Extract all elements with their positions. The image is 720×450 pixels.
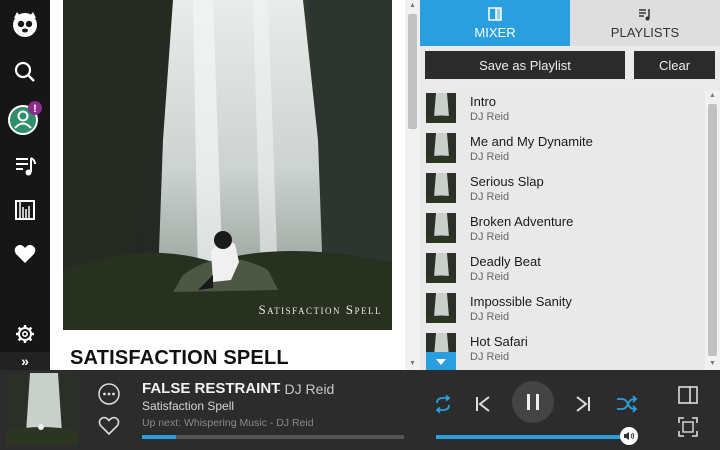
player-bar: FALSE RESTRAINT - DJ Reid Satisfaction S… bbox=[0, 370, 720, 450]
profile-avatar-icon[interactable]: ! bbox=[0, 98, 50, 138]
main-scrollbar[interactable]: ▲ ▼ bbox=[405, 0, 420, 370]
scroll-up-arrow-icon[interactable]: ▲ bbox=[705, 90, 720, 102]
track-artist: DJ Reid bbox=[470, 151, 510, 163]
track-title: Broken Adventure bbox=[470, 214, 574, 229]
scroll-down-arrow-icon[interactable]: ▼ bbox=[705, 358, 720, 370]
next-track-icon[interactable] bbox=[571, 392, 595, 416]
favorite-heart-icon[interactable] bbox=[97, 415, 121, 437]
speaker-icon bbox=[624, 432, 635, 440]
fullscreen-icon[interactable] bbox=[676, 415, 700, 439]
track-row[interactable]: Hot Safari DJ Reid bbox=[420, 330, 705, 370]
track-title: Me and My Dynamite bbox=[470, 134, 593, 149]
search-icon[interactable] bbox=[0, 52, 50, 92]
track-title: Serious Slap bbox=[470, 174, 544, 189]
panel-tabs: MIXER PLAYLISTS bbox=[420, 0, 720, 46]
queue-panel: MIXER PLAYLISTS Save as Playlist Clear I… bbox=[420, 0, 720, 370]
now-playing-artist[interactable]: - DJ Reid bbox=[276, 381, 334, 397]
mixer-icon bbox=[488, 7, 502, 21]
track-title: Hot Safari bbox=[470, 334, 528, 349]
progress-bar[interactable] bbox=[142, 435, 404, 439]
pause-button[interactable] bbox=[512, 381, 554, 423]
track-thumbnail bbox=[426, 253, 456, 283]
chevron-down-icon bbox=[436, 359, 446, 365]
now-playing-album[interactable]: Satisfaction Spell bbox=[142, 399, 234, 413]
tab-playlists-label: PLAYLISTS bbox=[610, 25, 680, 40]
progress-fill bbox=[142, 435, 177, 439]
favorites-heart-icon[interactable] bbox=[0, 234, 50, 274]
track-artist: DJ Reid bbox=[470, 351, 510, 363]
tab-mixer-label: MIXER bbox=[474, 25, 516, 40]
settings-gear-icon[interactable] bbox=[0, 314, 50, 354]
scrollbar-thumb[interactable] bbox=[408, 14, 417, 129]
track-thumbnail bbox=[426, 293, 456, 323]
track-row[interactable]: Intro DJ Reid bbox=[420, 90, 705, 130]
album-art: Satisfaction Spell bbox=[63, 0, 392, 330]
track-thumbnail bbox=[426, 93, 456, 123]
queue-actions: Save as Playlist Clear bbox=[420, 46, 720, 90]
track-list: Intro DJ Reid Me and My Dynamite DJ Reid… bbox=[420, 90, 705, 370]
radio-icon[interactable] bbox=[0, 190, 50, 230]
track-artist: DJ Reid bbox=[470, 191, 510, 203]
shuffle-icon[interactable] bbox=[615, 392, 639, 416]
track-thumbnail bbox=[426, 213, 456, 243]
scroll-down-arrow-icon[interactable]: ▼ bbox=[405, 358, 420, 370]
tab-playlists[interactable]: PLAYLISTS bbox=[570, 0, 720, 46]
queue-scrollbar[interactable]: ▲ ▼ bbox=[705, 90, 720, 370]
scroll-up-arrow-icon[interactable]: ▲ bbox=[405, 0, 420, 12]
track-artist: DJ Reid bbox=[470, 111, 510, 123]
clear-queue-button[interactable]: Clear bbox=[634, 51, 715, 79]
track-artist: DJ Reid bbox=[470, 231, 510, 243]
more-options-icon[interactable] bbox=[97, 382, 121, 406]
track-row[interactable]: Broken Adventure DJ Reid bbox=[420, 210, 705, 250]
track-row[interactable]: Me and My Dynamite DJ Reid bbox=[420, 130, 705, 170]
playlist-icon bbox=[639, 9, 650, 21]
volume-slider[interactable] bbox=[436, 435, 629, 439]
album-pane: Satisfaction Spell SATISFACTION SPELL bbox=[50, 0, 405, 370]
napster-logo-icon[interactable] bbox=[0, 4, 50, 44]
tab-mixer[interactable]: MIXER bbox=[420, 0, 570, 46]
previous-track-icon[interactable] bbox=[471, 392, 495, 416]
track-artist: DJ Reid bbox=[470, 271, 510, 283]
scrollbar-thumb[interactable] bbox=[708, 104, 717, 356]
notification-badge: ! bbox=[33, 103, 37, 115]
up-next-text: Up next: Whispering Music - DJ Reid bbox=[142, 417, 314, 429]
repeat-icon[interactable] bbox=[431, 392, 455, 416]
track-title: Deadly Beat bbox=[470, 254, 541, 269]
volume-fill bbox=[436, 435, 628, 439]
track-row[interactable]: Impossible Sanity DJ Reid bbox=[420, 290, 705, 330]
app-window: ! » Satisfaction Spell SATISFACTION SPEL… bbox=[0, 0, 720, 450]
track-row[interactable]: Deadly Beat DJ Reid bbox=[420, 250, 705, 290]
album-title: SATISFACTION SPELL bbox=[70, 347, 289, 369]
music-library-icon[interactable] bbox=[0, 146, 50, 186]
volume-knob[interactable] bbox=[620, 427, 638, 445]
scroll-to-current-button[interactable] bbox=[426, 352, 456, 370]
track-thumbnail bbox=[426, 133, 456, 163]
save-as-playlist-button[interactable]: Save as Playlist bbox=[425, 51, 625, 79]
track-thumbnail bbox=[426, 173, 456, 203]
toggle-panel-icon[interactable] bbox=[676, 384, 700, 406]
now-playing-art[interactable] bbox=[6, 373, 78, 445]
now-playing-title[interactable]: FALSE RESTRAINT bbox=[142, 380, 280, 397]
album-art-caption: Satisfaction Spell bbox=[258, 302, 382, 317]
track-title: Impossible Sanity bbox=[470, 294, 572, 309]
track-title: Intro bbox=[470, 94, 497, 109]
expand-sidebar-button[interactable]: » bbox=[0, 352, 50, 370]
track-row[interactable]: Serious Slap DJ Reid bbox=[420, 170, 705, 210]
track-artist: DJ Reid bbox=[470, 311, 510, 323]
sidebar: ! » bbox=[0, 0, 50, 370]
pause-icon bbox=[527, 394, 539, 410]
